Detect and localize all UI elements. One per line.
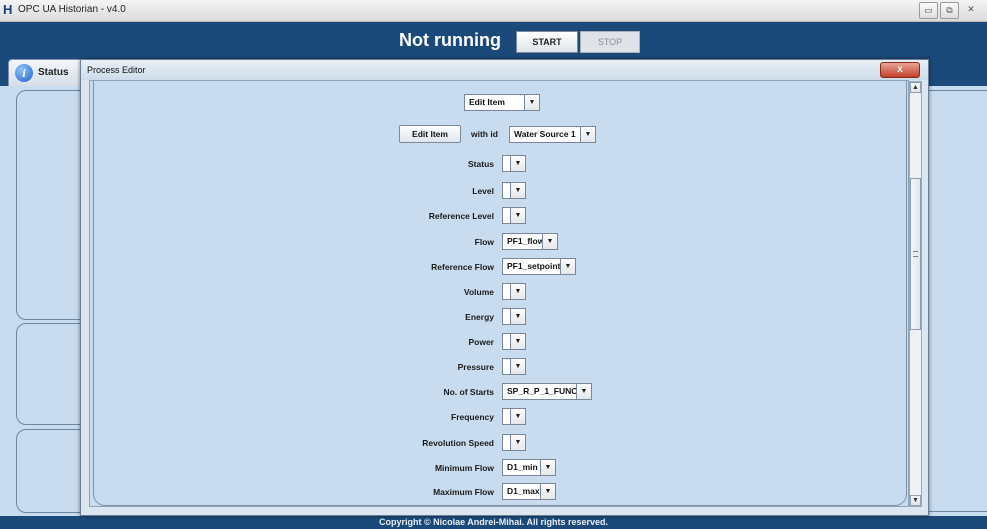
edit-item-button[interactable]: Edit Item [399, 125, 461, 143]
chevron-down-icon: ▼ [510, 309, 525, 324]
grip-icon [913, 251, 918, 257]
field-value-volume [503, 284, 510, 299]
field-label-pressure: Pressure [457, 362, 494, 372]
field-label-status: Status [468, 159, 494, 169]
with-id-label: with id [471, 129, 498, 139]
field-select-volume[interactable]: ▼ [502, 283, 526, 300]
field-value-reference-level [503, 208, 510, 223]
field-value-pressure [503, 359, 510, 374]
minimize-button[interactable]: ▭ [919, 2, 938, 19]
dialog-titlebar: Process Editor x [81, 60, 928, 80]
tab-status[interactable]: i Status [8, 59, 88, 86]
app-logo-icon: H [3, 2, 13, 17]
field-value-maximum-flow: D1_max [507, 486, 540, 496]
field-select-reference-level[interactable]: ▼ [502, 207, 526, 224]
field-value-no-of-starts: SP_R_P_1_FUNC [507, 386, 576, 396]
field-label-volume: Volume [463, 287, 494, 297]
start-button[interactable]: START [516, 31, 578, 53]
field-value-energy [503, 309, 510, 324]
process-editor-dialog: Process Editor x Edit Item ▼ Edit Item w… [80, 59, 929, 516]
copyright-footer: Copyright © Nicolae Andrei-Mihai. All ri… [0, 516, 987, 529]
field-select-frequency[interactable]: ▼ [502, 408, 526, 425]
dialog-content: Edit Item ▼ Edit Item with id Water Sour… [89, 80, 909, 507]
chevron-down-icon: ▼ [524, 95, 539, 110]
field-select-power[interactable]: ▼ [502, 333, 526, 350]
field-value-revolution-speed [503, 435, 510, 450]
field-value-power [503, 334, 510, 349]
field-value-frequency [503, 409, 510, 424]
running-status: Not running [399, 30, 501, 50]
field-value-flow: PF1_flow [507, 236, 542, 246]
maximize-button[interactable]: ⧉ [940, 2, 959, 19]
chevron-down-icon: ▼ [510, 435, 525, 450]
field-label-energy: Energy [465, 312, 494, 322]
field-select-minimum-flow[interactable]: D1_min ▼ [502, 459, 556, 476]
mode-select-value: Edit Item [469, 97, 505, 107]
field-label-no-of-starts: No. of Starts [443, 387, 494, 397]
field-label-power: Power [468, 337, 494, 347]
field-select-reference-flow[interactable]: PF1_setpoint ▼ [502, 258, 576, 275]
field-label-flow: Flow [474, 237, 494, 247]
field-value-minimum-flow: D1_min [507, 462, 538, 472]
vertical-scrollbar[interactable]: ▲ ▼ [909, 81, 922, 507]
field-select-revolution-speed[interactable]: ▼ [502, 434, 526, 451]
form-frame [93, 81, 907, 506]
window-controls: ▭ ⧉ ✕ [919, 2, 981, 19]
chevron-down-icon: ▼ [510, 156, 525, 171]
field-label-revolution-speed: Revolution Speed [422, 438, 494, 448]
scroll-down-icon[interactable]: ▼ [910, 495, 921, 506]
field-value-reference-flow: PF1_setpoint [507, 261, 560, 271]
field-value-level [503, 183, 510, 198]
chevron-down-icon: ▼ [576, 384, 591, 399]
field-select-no-of-starts[interactable]: SP_R_P_1_FUNC ▼ [502, 383, 592, 400]
chevron-down-icon: ▼ [560, 259, 575, 274]
dialog-close-button[interactable]: x [880, 62, 920, 78]
field-label-reference-flow: Reference Flow [431, 262, 494, 272]
chevron-down-icon: ▼ [510, 409, 525, 424]
dialog-title: Process Editor [87, 65, 146, 75]
chevron-down-icon: ▼ [542, 234, 557, 249]
item-id-value: Water Source 1 [514, 129, 576, 139]
window-titlebar: H OPC UA Historian - v4.0 ▭ ⧉ ✕ [0, 0, 987, 22]
close-window-button[interactable]: ✕ [961, 2, 981, 17]
chevron-down-icon: ▼ [580, 127, 595, 142]
chevron-down-icon: ▼ [540, 460, 555, 475]
field-select-pressure[interactable]: ▼ [502, 358, 526, 375]
info-icon: i [15, 64, 33, 82]
item-id-select[interactable]: Water Source 1 ▼ [509, 126, 596, 143]
field-label-minimum-flow: Minimum Flow [434, 463, 494, 473]
field-label-maximum-flow: Maximum Flow [433, 487, 494, 497]
scrollbar-thumb[interactable] [910, 178, 921, 330]
field-select-energy[interactable]: ▼ [502, 308, 526, 325]
field-label-frequency: Frequency [451, 412, 494, 422]
chevron-down-icon: ▼ [510, 183, 525, 198]
tab-status-label: Status [38, 67, 69, 78]
chevron-down-icon: ▼ [510, 208, 525, 223]
field-select-flow[interactable]: PF1_flow ▼ [502, 233, 558, 250]
chevron-down-icon: ▼ [510, 334, 525, 349]
mode-select[interactable]: Edit Item ▼ [464, 94, 540, 111]
chevron-down-icon: ▼ [510, 284, 525, 299]
field-value-status [503, 156, 510, 171]
field-select-maximum-flow[interactable]: D1_max ▼ [502, 483, 556, 500]
field-select-level[interactable]: ▼ [502, 182, 526, 199]
scroll-up-icon[interactable]: ▲ [910, 82, 921, 93]
chevron-down-icon: ▼ [540, 484, 555, 499]
field-label-reference-level: Reference Level [428, 211, 494, 221]
chevron-down-icon: ▼ [510, 359, 525, 374]
field-select-status[interactable]: ▼ [502, 155, 526, 172]
field-label-level: Level [472, 186, 494, 196]
stop-button[interactable]: STOP [580, 31, 640, 53]
window-title: OPC UA Historian - v4.0 [18, 4, 126, 15]
